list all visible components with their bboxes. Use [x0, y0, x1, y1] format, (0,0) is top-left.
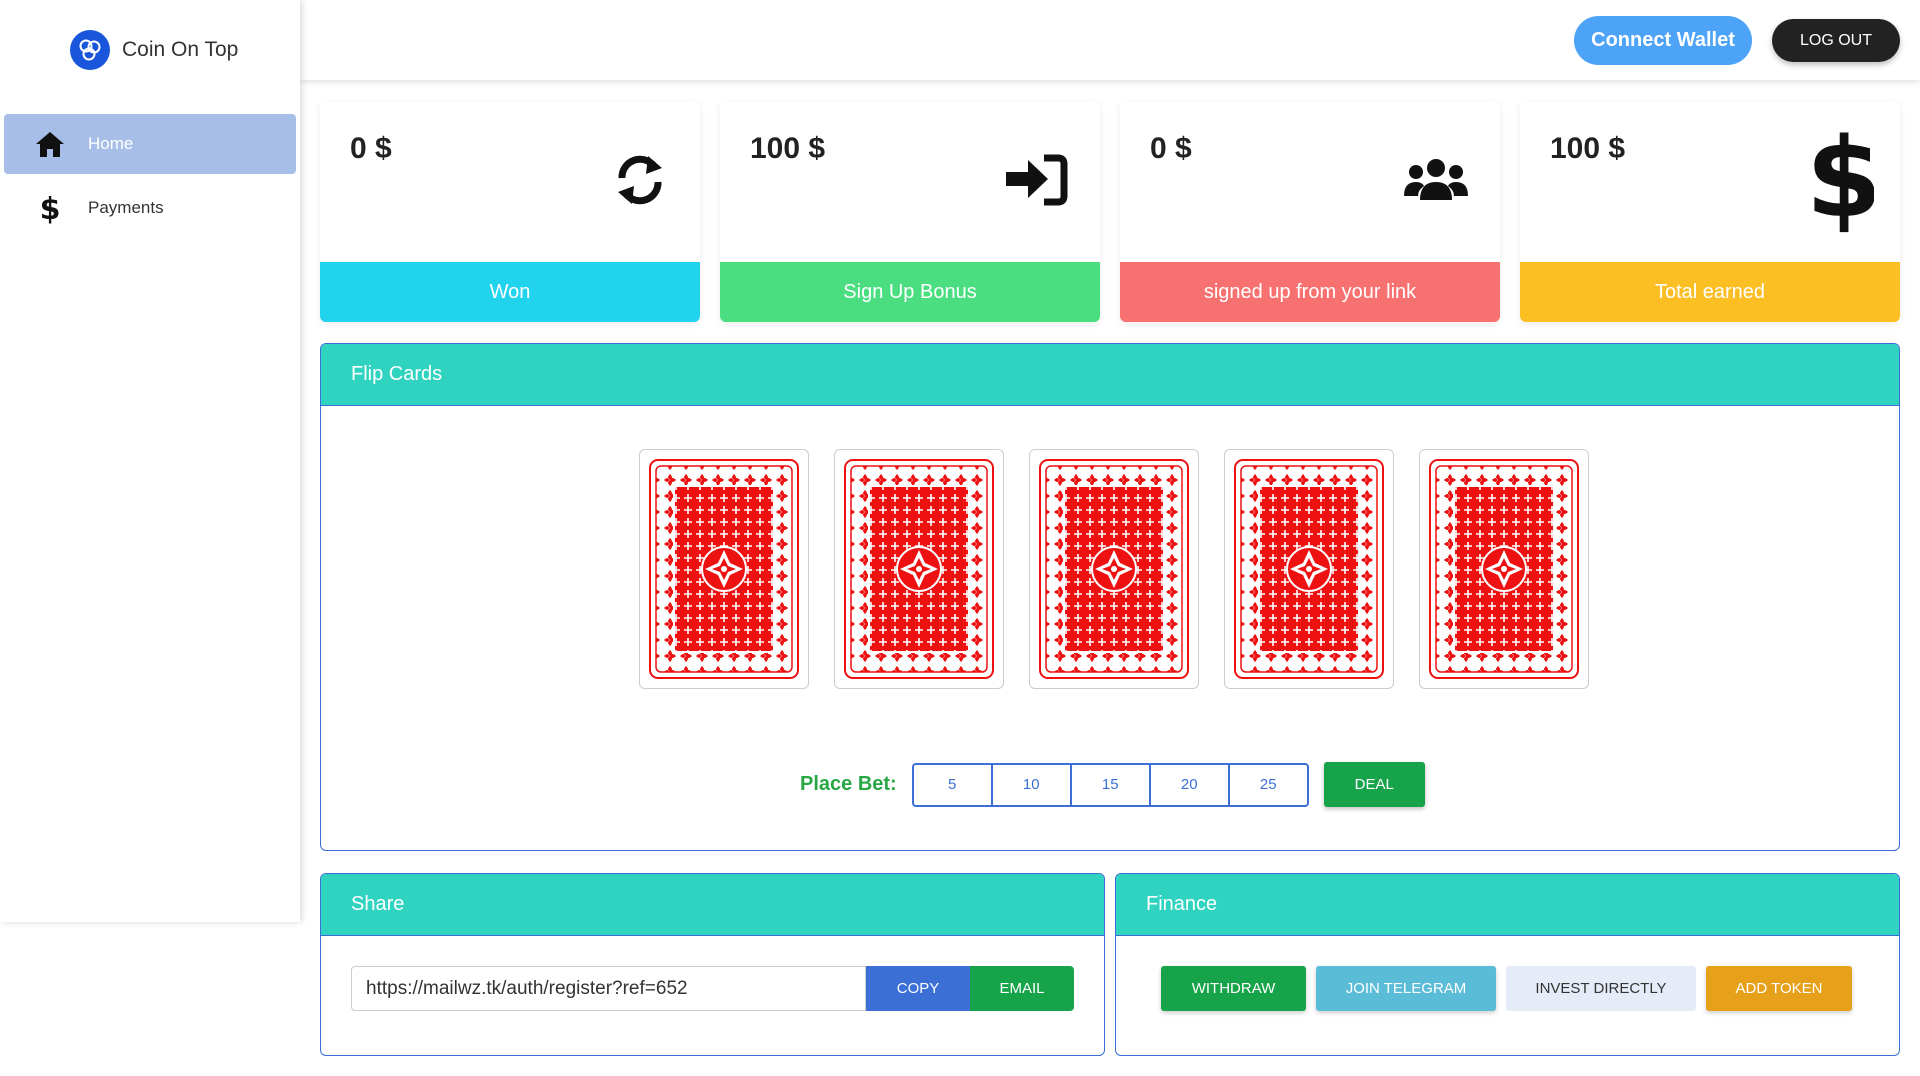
bet-option-5[interactable]: 5 — [911, 762, 993, 807]
stat-label: Total earned — [1520, 262, 1900, 322]
stat-label: signed up from your link — [1120, 262, 1500, 322]
bet-row: Place Bet: 5 10 15 20 25 DEAL — [800, 762, 1425, 807]
dollar-icon: $ — [30, 192, 70, 224]
stat-card-won: 0 $ Won — [320, 102, 700, 322]
stat-card-total-earned: 100 $ $ Total earned — [1520, 102, 1900, 322]
finance-actions: WITHDRAW JOIN TELEGRAM INVEST DIRECTLY A… — [1161, 966, 1852, 1011]
users-icon — [1404, 152, 1468, 213]
logout-button[interactable]: LOG OUT — [1772, 19, 1900, 62]
share-panel: Share https://mailwz.tk/auth/register?re… — [320, 873, 1105, 1056]
sidebar-item-label: Payments — [88, 198, 164, 217]
email-button[interactable]: EMAIL — [970, 966, 1074, 1011]
finance-panel: Finance WITHDRAW JOIN TELEGRAM INVEST DI… — [1115, 873, 1900, 1056]
place-bet-label: Place Bet: — [800, 773, 897, 795]
home-icon — [30, 130, 70, 158]
card-back[interactable] — [1224, 449, 1394, 689]
stat-value: 0 $ — [350, 132, 392, 165]
sidebar-item-home[interactable]: Home — [4, 114, 296, 174]
card-row — [639, 449, 1589, 689]
withdraw-button[interactable]: WITHDRAW — [1161, 966, 1306, 1011]
refresh-icon — [612, 152, 668, 213]
bet-option-20[interactable]: 20 — [1148, 762, 1230, 807]
sidebar: Coin On Top Home $ Payments — [0, 0, 300, 922]
panel-title: Finance — [1116, 874, 1899, 936]
flip-cards-panel: Flip Cards Place Bet: 5 10 15 20 25 DEAL — [320, 343, 1900, 851]
stat-value: 100 $ — [750, 132, 826, 165]
svg-text:$: $ — [1814, 124, 1874, 234]
stat-label: Sign Up Bonus — [720, 262, 1100, 322]
top-bar: Connect Wallet LOG OUT — [300, 0, 1920, 80]
svg-text:$: $ — [40, 192, 61, 224]
stat-card-referrals: 0 $ signed up from your link — [1120, 102, 1500, 322]
add-token-button[interactable]: ADD TOKEN — [1706, 966, 1852, 1011]
stat-card-signup-bonus: 100 $ Sign Up Bonus — [720, 102, 1100, 322]
brand-name: Coin On Top — [122, 38, 239, 61]
coins-icon — [70, 30, 110, 70]
bet-options: 5 10 15 20 25 — [911, 762, 1309, 807]
stat-value: 0 $ — [1150, 132, 1192, 165]
sidebar-item-payments[interactable]: $ Payments — [4, 178, 296, 238]
sign-in-icon — [1004, 152, 1068, 213]
brand[interactable]: Coin On Top — [70, 30, 238, 70]
referral-link-input[interactable]: https://mailwz.tk/auth/register?ref=652 — [351, 966, 866, 1011]
sidebar-item-label: Home — [88, 134, 134, 153]
card-back[interactable] — [1029, 449, 1199, 689]
bet-option-10[interactable]: 10 — [990, 762, 1072, 807]
deal-button[interactable]: DEAL — [1323, 762, 1425, 807]
stat-value: 100 $ — [1550, 132, 1626, 165]
panel-title: Share — [321, 874, 1104, 936]
join-telegram-button[interactable]: JOIN TELEGRAM — [1316, 966, 1496, 1011]
dollar-icon: $ — [1806, 114, 1883, 242]
card-back[interactable] — [834, 449, 1004, 689]
stat-label: Won — [320, 262, 700, 322]
share-row: https://mailwz.tk/auth/register?ref=652 … — [351, 966, 1074, 1011]
card-back[interactable] — [639, 449, 809, 689]
connect-wallet-button[interactable]: Connect Wallet — [1574, 16, 1752, 65]
copy-button[interactable]: COPY — [866, 966, 970, 1011]
bet-option-15[interactable]: 15 — [1069, 762, 1151, 807]
bet-option-25[interactable]: 25 — [1227, 762, 1309, 807]
invest-directly-button[interactable]: INVEST DIRECTLY — [1506, 966, 1696, 1011]
card-back[interactable] — [1419, 449, 1589, 689]
panel-title: Flip Cards — [321, 344, 1899, 406]
